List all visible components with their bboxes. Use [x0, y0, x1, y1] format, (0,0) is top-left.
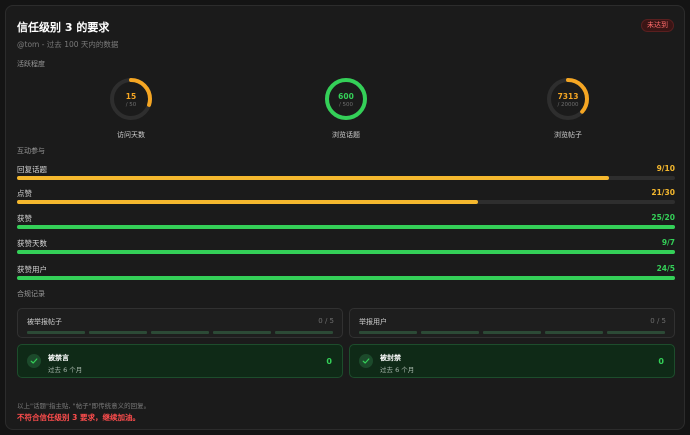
silenced-box: 被禁言 过去 6 个月 0 [17, 344, 343, 378]
suspended-box: 被封禁 过去 6 个月 0 [349, 344, 675, 378]
box-title: 被禁言 [48, 354, 69, 362]
bar-label: 获赞天数 [17, 239, 47, 248]
ring-label: 访问天数 [117, 131, 145, 139]
ring-visit-days: 15 / 50 访问天数 [91, 76, 171, 146]
flagged-posts-box: 被举报帖子 0 / 5 [17, 308, 343, 338]
segment-bar [27, 331, 333, 334]
segment [89, 331, 147, 334]
segment [607, 331, 665, 334]
bar-row-replies: 回复话题 9/10 [17, 164, 675, 184]
segment-bar [359, 331, 665, 334]
compliance-section-label: 合规记录 [17, 290, 45, 298]
ring-label: 浏览帖子 [554, 131, 582, 139]
segment [359, 331, 417, 334]
bar-row-liked-days: 获赞天数 9/7 [17, 238, 675, 258]
progress-track [17, 225, 675, 229]
box-title: 被封禁 [380, 354, 401, 362]
progress-track [17, 200, 675, 204]
bar-label: 点赞 [17, 189, 32, 198]
check-icon [27, 354, 41, 368]
progress-track [17, 176, 675, 180]
bar-row-liked-users: 获赞用户 24/5 [17, 264, 675, 284]
ring-posts-viewed: 7313 / 20000 浏览帖子 [528, 76, 608, 146]
progress-fill [17, 225, 675, 229]
box-title: 举报用户 [359, 318, 387, 326]
ring-topics-viewed: 600 / 500 浏览话题 [306, 76, 386, 146]
box-title: 被举报帖子 [27, 318, 62, 326]
box-count: 0 / 5 [650, 317, 666, 325]
bar-value: 24/5 [656, 264, 675, 273]
segment [483, 331, 541, 334]
progress-fill [17, 176, 610, 180]
progress-fill [17, 276, 675, 280]
bar-label: 获赞 [17, 214, 32, 223]
progress-track [17, 250, 675, 254]
box-count: 0 / 5 [318, 317, 334, 325]
progress-fill [17, 250, 675, 254]
verdict-text: 不符合信任级别 3 要求，继续加油。 [17, 413, 140, 422]
ring-target: / 50 [125, 102, 137, 108]
check-icon [359, 354, 373, 368]
bar-label: 获赞用户 [17, 265, 47, 274]
bar-value: 9/7 [661, 238, 675, 247]
segment [275, 331, 333, 334]
page-title: 信任级别 3 的要求 [17, 21, 110, 34]
status-badge: 未达到 [641, 19, 674, 32]
bar-label: 回复话题 [17, 165, 47, 174]
interaction-section-label: 互动参与 [17, 147, 45, 155]
footnote: 以上"话题"指主贴, "帖子"即传统意义的回复。 [17, 402, 151, 410]
ring-value: 7313 [557, 92, 579, 101]
flagged-users-box: 举报用户 0 / 5 [349, 308, 675, 338]
activity-section-label: 活跃程度 [17, 60, 45, 68]
box-value: 0 [326, 357, 332, 366]
ring-value: 600 [338, 92, 354, 101]
ring-target: / 20000 [557, 102, 579, 108]
ring-value: 15 [125, 92, 137, 101]
data-range-subtitle: @tom - 过去 100 天内的数据 [17, 40, 119, 49]
segment [421, 331, 479, 334]
bar-value: 9/10 [656, 164, 675, 173]
bar-row-likes-received: 获赞 25/20 [17, 213, 675, 233]
segment [151, 331, 209, 334]
segment [213, 331, 271, 334]
box-value: 0 [658, 357, 664, 366]
trust-level-card: 信任级别 3 的要求 未达到 @tom - 过去 100 天内的数据 活跃程度 … [5, 5, 685, 430]
segment [545, 331, 603, 334]
segment [27, 331, 85, 334]
progress-fill [17, 200, 478, 204]
box-period: 过去 6 个月 [380, 366, 415, 374]
progress-track [17, 276, 675, 280]
ring-label: 浏览话题 [332, 131, 360, 139]
ring-target: / 500 [338, 102, 354, 108]
bar-value: 21/30 [651, 188, 675, 197]
bar-row-likes-given: 点赞 21/30 [17, 188, 675, 208]
box-period: 过去 6 个月 [48, 366, 83, 374]
bar-value: 25/20 [651, 213, 675, 222]
